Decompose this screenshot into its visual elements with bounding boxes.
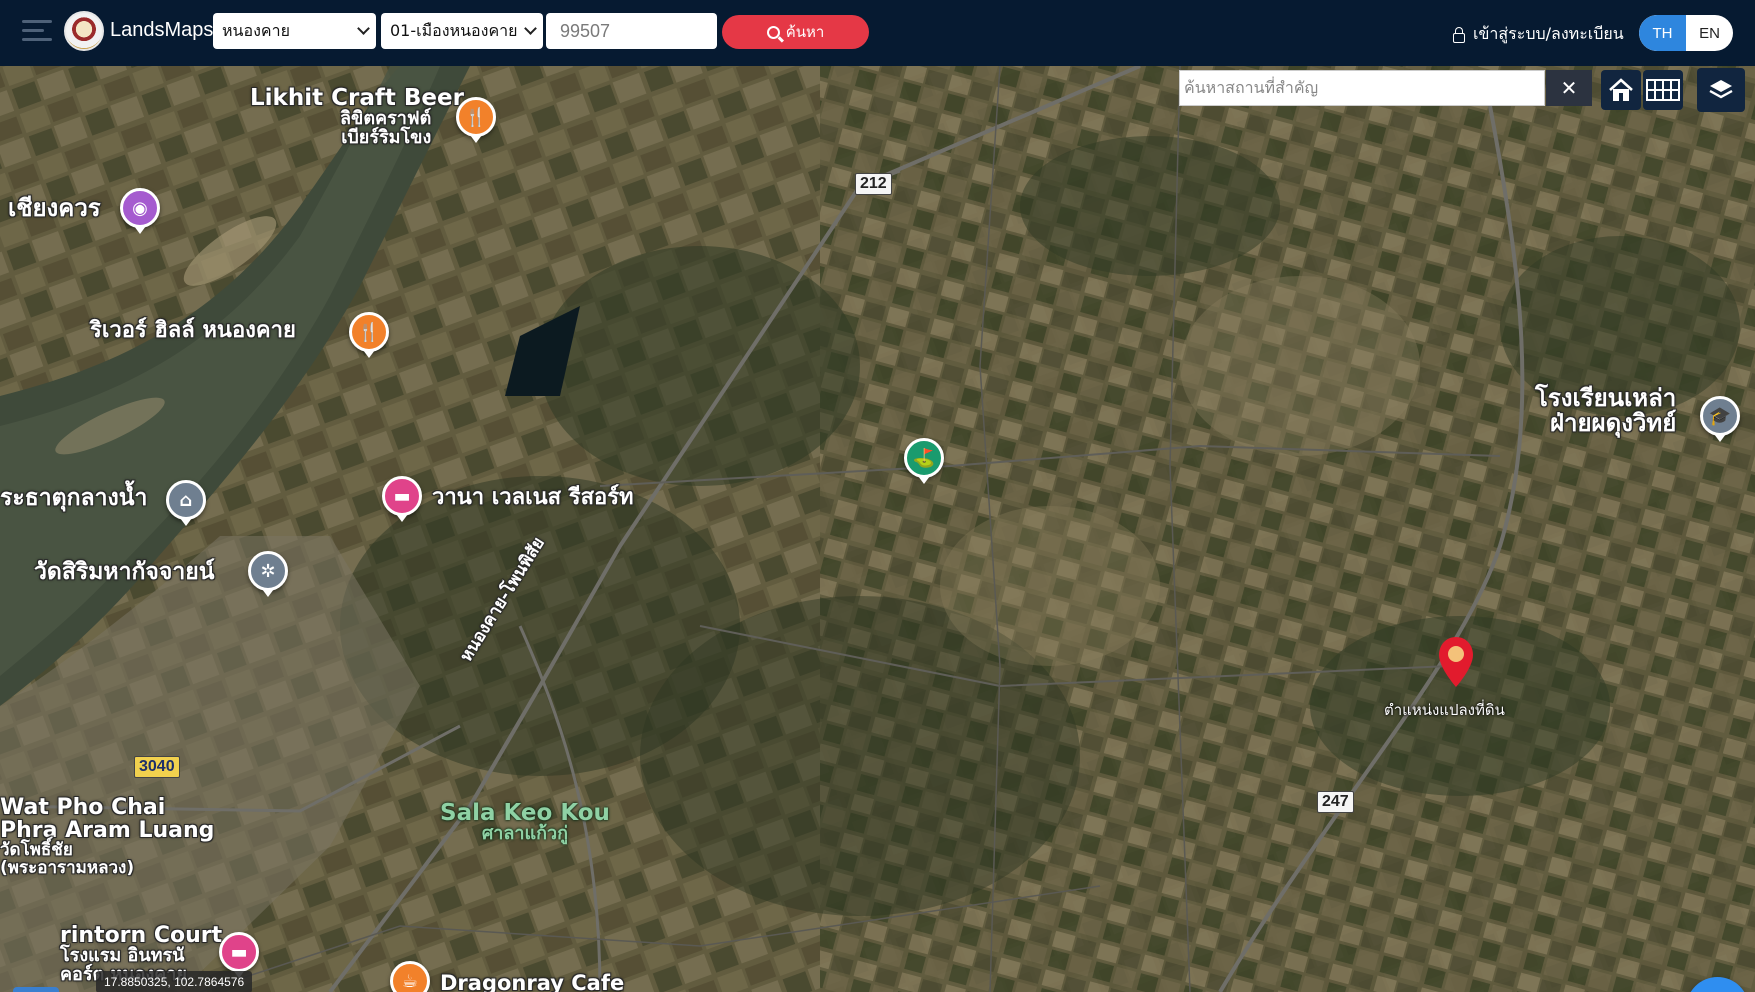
chevron-down-icon [524,22,537,35]
label-chiangkhuan: เชียงควร [8,194,101,222]
label-phra-that: ระธาตุกลางน้ำ [0,485,148,511]
language-toggle: TH EN [1639,15,1733,51]
lock-icon [1453,26,1465,43]
flower-icon[interactable]: ✲ [248,551,288,597]
clear-search-button[interactable]: ✕ [1546,70,1592,106]
province-value: หนองคาย [222,20,290,40]
label-likhit-craft-beer: Likhit Craft Beer [250,85,464,111]
label-school: โรงเรียนเหล่า ฝ่ายผดุงวิทย์ [1535,384,1677,438]
golf-icon[interactable]: ⛳ [904,438,944,484]
parcel-number-input[interactable] [546,13,717,49]
label-river-hill: ริเวอร์ ฮิลล์ หนองคาย [90,318,296,343]
layers-icon[interactable] [1697,68,1745,112]
label-sala-keo-kou: Sala Keo Kou ศาลาแก้วกู่ [440,800,610,845]
chevron-down-icon [357,22,370,35]
hotel-icon[interactable]: ▬ [219,932,259,978]
lang-th-button[interactable]: TH [1639,15,1686,51]
search-button[interactable]: ค้นหา [722,15,869,49]
temple-icon[interactable]: ⌂ [166,480,206,526]
hamburger-icon[interactable] [22,20,52,44]
district-select[interactable]: 01-เมืองหนองคาย [381,13,543,49]
restaurant-icon[interactable]: 🍴 [349,312,389,358]
coordinate-readout: 17.8850325, 102.7864576 [96,971,253,992]
label-wana-resort: วานา เวลเนส รีสอร์ท [432,485,634,510]
landsmaps-logo [64,11,104,51]
top-navbar: LandsMaps หนองคาย 01-เมืองหนองคาย ค้นหา … [0,0,1755,66]
search-button-label: ค้นหา [785,24,825,41]
home-icon[interactable] [1601,70,1641,110]
parcel-location-label: ตำแหน่งแปลงที่ดิน [1384,701,1505,719]
restaurant-icon[interactable]: 🍴 [456,97,496,143]
camera-icon[interactable]: ◉ [120,188,160,234]
label-dragonray-cafe: Dragonray Cafe [440,971,625,992]
label-wat-sirim: วัดสิริมหากัจจายน์ [34,559,215,585]
satellite-map[interactable]: Likhit Craft Beer ลิขิตคราฟต์ เบียร์ริมโ… [0,66,1755,992]
satellite-imagery [0,66,1755,992]
road-shield-247: 247 [1317,791,1354,813]
parcel-location-marker[interactable] [1437,636,1475,688]
grid-icon[interactable] [1643,70,1683,110]
province-select[interactable]: หนองคาย [213,13,376,49]
label-likhit-th: ลิขิตคราฟต์ เบียร์ริมโขง [340,108,432,148]
login-link[interactable]: เข้าสู่ระบบ/ลงทะเบียน [1453,22,1624,47]
hotel-icon[interactable]: ▬ [382,476,422,522]
label-wat-pho-chai: Wat Pho Chai Phra Aram Luang วัดโพธิ์ชัย… [0,795,215,879]
tools-icon[interactable] [13,987,59,992]
lang-en-button[interactable]: EN [1686,15,1733,51]
place-search-input[interactable]: ค้นหาสถานที่สำคัญ [1179,70,1545,106]
search-icon [766,25,780,39]
brand-name: LandsMaps [110,19,214,41]
school-icon[interactable]: 🎓 [1700,396,1740,442]
road-shield-212: 212 [855,173,892,195]
district-value: 01-เมืองหนองคาย [390,20,518,40]
login-label: เข้าสู่ระบบ/ลงทะเบียน [1473,24,1624,43]
road-shield-3040: 3040 [134,756,180,778]
